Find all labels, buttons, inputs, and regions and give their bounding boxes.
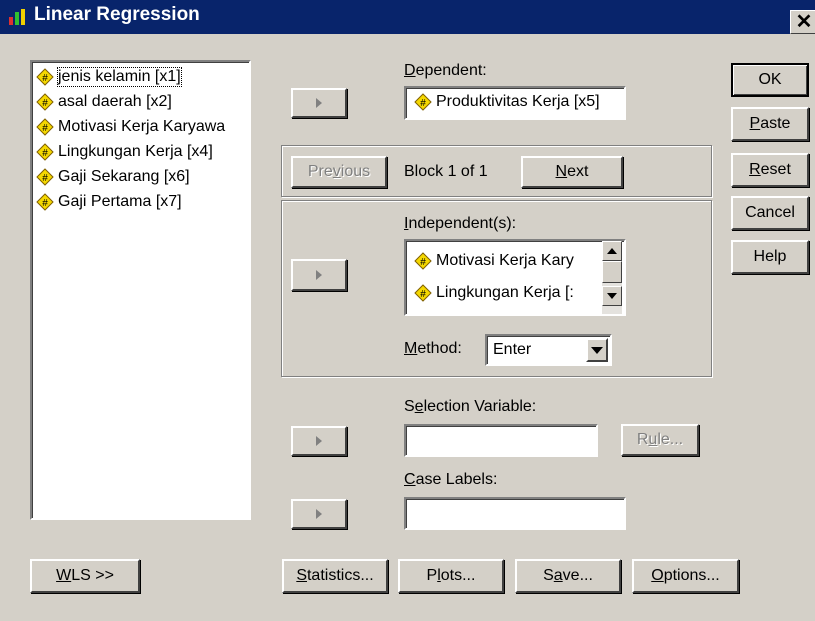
scale-var-icon: #: [414, 284, 432, 302]
svg-text:#: #: [42, 123, 48, 134]
dependent-field[interactable]: # Produktivitas Kerja [x5]: [404, 86, 626, 120]
selection-move-button[interactable]: [291, 426, 347, 456]
spss-app-icon: [8, 8, 28, 26]
options-button[interactable]: Options...: [632, 559, 739, 593]
independents-label: Independent(s):: [404, 215, 517, 232]
list-item-label: Motivasi Kerja Kary: [436, 252, 574, 269]
rule-button[interactable]: Ru le...: [621, 424, 699, 456]
list-item[interactable]: # Gaji Sekarang [x6]: [36, 164, 249, 189]
list-item-label: asal daerah [x2]: [58, 92, 172, 110]
independents-list[interactable]: # Motivasi Kerja Kary # Lingkungan Kerja [:: [404, 239, 626, 316]
scale-var-icon: #: [36, 142, 54, 161]
scale-var-icon: #: [36, 92, 54, 111]
list-item[interactable]: # Lingkungan Kerja [:: [414, 277, 624, 309]
wls-button[interactable]: W LS >>: [30, 559, 140, 593]
help-button[interactable]: Help: [731, 240, 809, 274]
source-variable-list[interactable]: # jenis kelamin [x1] # asal daerah [x2] # Mot…: [30, 60, 251, 520]
save-button[interactable]: Sa ve...: [515, 559, 621, 593]
next-button[interactable]: Next: [521, 156, 623, 188]
reset-button[interactable]: Reset: [731, 153, 809, 187]
list-item-label: Motivasi Kerja Karyawa: [58, 117, 226, 135]
selection-variable-field[interactable]: [404, 424, 598, 457]
list-item[interactable]: # asal daerah [x2]: [36, 89, 249, 114]
list-item-label: Gaji Sekarang [x6]: [58, 167, 190, 185]
case-labels-move-button[interactable]: [291, 499, 347, 529]
list-item-label: Lingkungan Kerja [:: [436, 284, 574, 301]
dependent-move-button[interactable]: [291, 88, 347, 118]
scroll-up-icon: [607, 248, 617, 254]
method-label: Method:: [404, 340, 462, 357]
svg-text:#: #: [42, 148, 48, 159]
scroll-up-button[interactable]: [602, 241, 622, 261]
scale-var-icon: #: [36, 67, 54, 86]
right-arrow-icon: [316, 509, 322, 519]
list-item[interactable]: # jenis kelamin [x1]: [36, 64, 249, 89]
svg-text:#: #: [42, 98, 48, 109]
list-item[interactable]: # Lingkungan Kerja [x4]: [36, 139, 249, 164]
scale-var-icon: #: [36, 167, 54, 186]
svg-text:#: #: [420, 257, 426, 268]
ok-button[interactable]: OK: [731, 63, 809, 97]
scale-var-icon: #: [36, 192, 54, 211]
svg-text:#: #: [42, 73, 48, 84]
dependent-label: Dependent:: [404, 62, 487, 79]
svg-text:#: #: [42, 173, 48, 184]
list-item-label: jenis kelamin [x1]: [57, 66, 182, 87]
method-value: Enter: [493, 341, 532, 358]
window-title: Linear Regression: [34, 4, 200, 25]
method-dropdown-button[interactable]: [586, 338, 608, 362]
right-arrow-icon: [316, 436, 322, 446]
statistics-button[interactable]: Statistics...: [282, 559, 388, 593]
paste-button[interactable]: Paste: [731, 107, 809, 141]
independents-scrollbar[interactable]: [602, 241, 622, 314]
list-item-label: Lingkungan Kerja [x4]: [58, 142, 213, 160]
svg-text:#: #: [420, 289, 426, 300]
svg-text:#: #: [420, 98, 426, 109]
previous-button[interactable]: Pre v ious: [291, 156, 387, 188]
chevron-down-icon: [591, 346, 603, 354]
list-item[interactable]: # Motivasi Kerja Karyawa: [36, 114, 249, 139]
selection-variable-label: Selection Variable:: [404, 398, 537, 415]
plots-button[interactable]: Pl ots...: [398, 559, 504, 593]
list-item-label: Gaji Pertama [x7]: [58, 192, 182, 210]
close-button[interactable]: ✕: [790, 10, 815, 34]
dependent-value: Produktivitas Kerja [x5]: [436, 93, 600, 110]
close-icon: ✕: [795, 11, 813, 33]
scroll-down-button[interactable]: [602, 286, 622, 306]
method-select[interactable]: Enter: [485, 334, 612, 366]
right-arrow-icon: [316, 98, 322, 108]
case-labels-field[interactable]: [404, 497, 626, 530]
scroll-down-icon: [607, 293, 617, 299]
scale-var-icon: #: [414, 252, 432, 270]
right-arrow-icon: [316, 270, 322, 280]
scale-var-icon: #: [36, 117, 54, 136]
cancel-button[interactable]: Cancel: [731, 196, 809, 230]
case-labels-label: Case Labels:: [404, 471, 498, 488]
scale-var-icon: #: [414, 93, 432, 111]
block-indicator: Block 1 of 1: [404, 163, 488, 180]
independent-move-button[interactable]: [291, 259, 347, 291]
list-item[interactable]: # Gaji Pertama [x7]: [36, 189, 249, 214]
svg-text:#: #: [42, 198, 48, 209]
scroll-thumb[interactable]: [602, 261, 622, 283]
list-item[interactable]: # Motivasi Kerja Kary: [414, 245, 624, 277]
